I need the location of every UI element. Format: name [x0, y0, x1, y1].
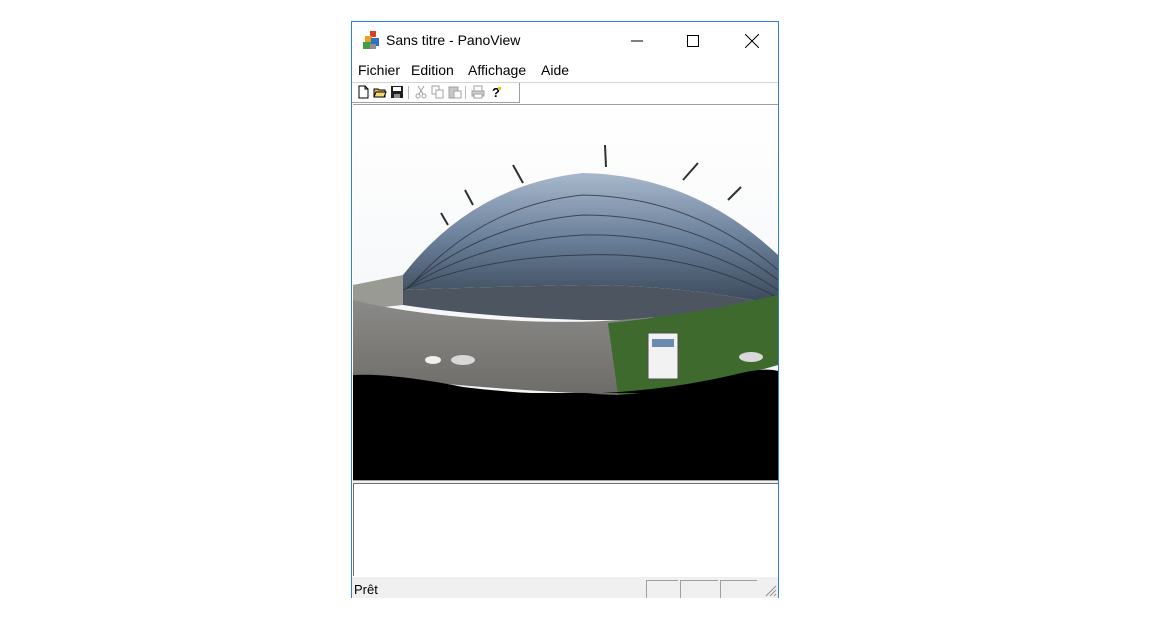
help-icon[interactable]: ?	[489, 85, 503, 99]
panorama-image	[353, 105, 778, 481]
open-folder-icon[interactable]	[373, 85, 387, 99]
paste-icon[interactable]	[448, 85, 462, 99]
new-file-icon[interactable]	[356, 85, 370, 99]
minimize-button[interactable]	[614, 22, 660, 60]
title-bar[interactable]: Sans titre - PanoView	[352, 22, 778, 60]
close-icon	[745, 34, 759, 48]
toolbar-separator	[408, 86, 409, 99]
panoview-app-icon	[363, 31, 379, 49]
status-cell	[680, 580, 718, 598]
menu-affichage[interactable]: Affichage	[467, 62, 527, 78]
window-title: Sans titre - PanoView	[386, 32, 521, 48]
app-window: Sans titre - PanoView Fichier Edition Af…	[351, 21, 779, 598]
cut-icon[interactable]	[414, 85, 428, 99]
maximize-button[interactable]	[670, 22, 716, 60]
toolbar-separator	[465, 86, 466, 99]
save-icon[interactable]	[390, 85, 404, 99]
copy-icon[interactable]	[431, 85, 445, 99]
resize-grip-icon[interactable]	[763, 583, 777, 597]
menu-bar: Fichier Edition Affichage Aide	[352, 60, 778, 82]
status-bar: Prêt	[352, 577, 778, 598]
maximize-icon	[687, 35, 699, 47]
panorama-view[interactable]	[353, 104, 778, 481]
status-cell	[720, 580, 757, 598]
status-text: Prêt	[354, 582, 378, 597]
menu-edition[interactable]: Edition	[410, 62, 455, 78]
minimize-icon	[631, 40, 643, 42]
menu-aide[interactable]: Aide	[540, 62, 570, 78]
print-icon[interactable]	[471, 85, 485, 99]
status-cell	[646, 580, 678, 598]
menu-fichier[interactable]: Fichier	[357, 62, 401, 78]
close-button[interactable]	[729, 22, 775, 60]
toolbar: ?	[352, 83, 520, 103]
secondary-pane[interactable]	[353, 484, 778, 576]
